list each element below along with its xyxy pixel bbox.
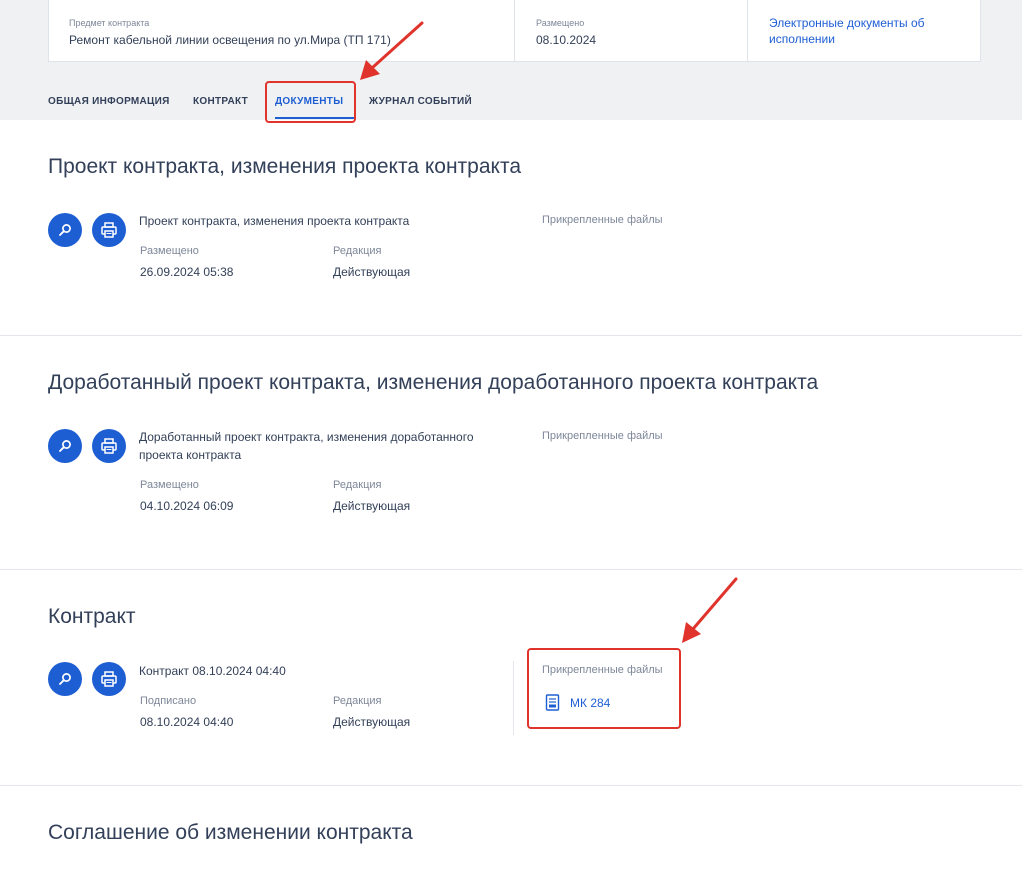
magnifier-icon [59, 224, 71, 236]
section-divider [0, 569, 1022, 570]
edition-label: Редакция [333, 245, 382, 257]
view-button[interactable] [48, 662, 82, 696]
files-label: Прикрепленные файлы [542, 214, 663, 226]
documents-tab-highlight [265, 81, 356, 123]
doc-name: Доработанный проект контракта, изменения… [139, 430, 474, 462]
section-title-draft: Проект контракта, изменения проекта конт… [48, 155, 522, 178]
section-title-contract: Контракт [48, 605, 136, 628]
files-label: Прикрепленные файлы [542, 430, 663, 442]
edocs-link[interactable]: Электронные документы об исполнении [769, 15, 939, 47]
posted-value: 08.10.2024 [536, 33, 597, 47]
contract-info-card: Предмет контракта Ремонт кабельной линии… [48, 0, 981, 62]
contract-header-area: Предмет контракта Ремонт кабельной линии… [0, 0, 1022, 120]
section-divider [0, 335, 1022, 336]
subject-label: Предмет контракта [69, 18, 150, 28]
print-button[interactable] [92, 429, 126, 463]
view-button[interactable] [48, 213, 82, 247]
tab-event-log[interactable]: ЖУРНАЛ СОБЫТИЙ [369, 96, 472, 107]
edition-label: Редакция [333, 695, 382, 707]
subject-cell: Предмет контракта Ремонт кабельной линии… [49, 0, 514, 61]
date-label: Размещено [140, 479, 199, 491]
tab-general-info[interactable]: ОБЩАЯ ИНФОРМАЦИЯ [48, 96, 170, 107]
edition-value: Действующая [333, 265, 411, 279]
magnifier-icon [59, 673, 71, 685]
posted-label: Размещено [536, 18, 585, 28]
print-button[interactable] [92, 662, 126, 696]
subject-value: Ремонт кабельной линии освещения по ул.М… [69, 33, 391, 47]
posted-cell: Размещено 08.10.2024 [514, 0, 747, 61]
date-label: Подписано [140, 695, 197, 707]
section-title-amendment: Соглашение об изменении контракта [48, 821, 413, 844]
printer-icon [101, 222, 117, 238]
edocs-cell: Электронные документы об исполнении [747, 0, 981, 61]
print-button[interactable] [92, 213, 126, 247]
edition-value: Действующая [333, 499, 411, 513]
printer-icon [101, 671, 117, 687]
arrow-to-attached-files [682, 577, 738, 643]
section-title-revised-draft: Доработанный проект контракта, изменения… [48, 371, 819, 394]
section-divider [0, 785, 1022, 786]
date-value: 08.10.2024 04:40 [140, 715, 234, 729]
printer-icon [101, 438, 117, 454]
date-label: Размещено [140, 245, 199, 257]
view-button[interactable] [48, 429, 82, 463]
magnifier-icon [59, 440, 71, 452]
doc-name: Контракт 08.10.2024 04:40 [139, 664, 286, 678]
edition-label: Редакция [333, 479, 382, 491]
attached-files-highlight [527, 648, 681, 729]
files-separator [513, 661, 514, 735]
date-value: 26.09.2024 05:38 [140, 265, 234, 279]
doc-name: Проект контракта, изменения проекта конт… [139, 214, 410, 228]
tab-contract[interactable]: КОНТРАКТ [193, 96, 248, 107]
edition-value: Действующая [333, 715, 411, 729]
date-value: 04.10.2024 06:09 [140, 499, 234, 513]
